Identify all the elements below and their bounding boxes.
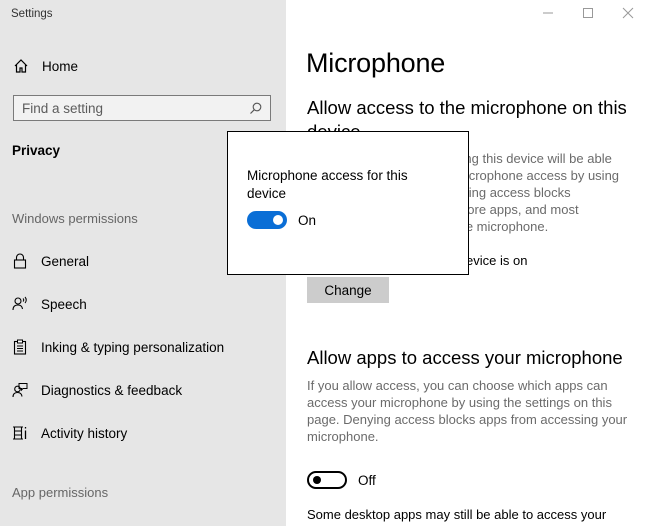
change-button[interactable]: Change [307, 277, 389, 303]
maximize-button[interactable] [568, 0, 608, 30]
close-icon [622, 6, 634, 24]
search-input[interactable] [22, 100, 248, 116]
sidebar-item-inking-typing[interactable]: Inking & typing personalization [12, 336, 282, 358]
device-access-status: evice is on [466, 253, 528, 268]
minimize-button[interactable] [528, 0, 568, 30]
search-icon[interactable] [248, 101, 262, 115]
window-controls [528, 0, 648, 30]
sidebar-item-label: Activity history [41, 425, 128, 441]
sidebar-item-label: Speech [41, 296, 87, 312]
app-title: Settings [11, 8, 53, 20]
feedback-icon [12, 381, 28, 399]
sidebar-item-activity-history[interactable]: Activity history [12, 422, 282, 444]
desc-line: sing this device will be able [455, 151, 612, 166]
toggle-state-label: Off [358, 472, 376, 488]
toggle-state-label: On [298, 212, 317, 228]
home-icon [12, 57, 30, 75]
home-label: Home [42, 58, 79, 74]
device-access-description: sing this device will be able microphone… [455, 150, 635, 235]
maximize-icon [582, 6, 594, 24]
desc-line: nying access blocks [455, 185, 571, 200]
sidebar-item-home[interactable]: Home [12, 56, 78, 76]
microphone-access-flyout: Microphone access for this device On [227, 131, 469, 275]
sidebar-item-label: Diagnostics & feedback [41, 382, 183, 398]
sidebar-item-label: Inking & typing personalization [41, 339, 225, 355]
toggle-knob [273, 215, 283, 225]
lock-icon [12, 252, 28, 270]
desc-line: the microphone. [455, 219, 549, 234]
sidebar-item-diagnostics[interactable]: Diagnostics & feedback [12, 379, 282, 401]
toggle-knob [313, 476, 321, 484]
clipboard-icon [12, 338, 28, 356]
minimize-icon [542, 6, 554, 24]
desktop-apps-note: Some desktop apps may still be able to a… [307, 507, 607, 522]
search-box[interactable] [13, 95, 271, 121]
desc-line: microphone access by using [455, 168, 620, 183]
sidebar-item-speech[interactable]: Speech [12, 293, 282, 315]
sidebar-item-label: General [41, 253, 90, 269]
close-button[interactable] [608, 0, 648, 30]
windows-permissions-label: Windows permissions [12, 211, 138, 226]
desc-line: Store apps, and most [455, 202, 579, 217]
toggle-switch-on[interactable] [247, 211, 287, 229]
toggle-switch-off[interactable] [307, 471, 347, 489]
heading-line: Allow access to the microphone on this [307, 97, 627, 118]
app-access-description: If you allow access, you can choose whic… [307, 378, 628, 444]
section-title-privacy: Privacy [12, 143, 61, 158]
app-permissions-label: App permissions [12, 485, 109, 500]
speech-icon [12, 295, 28, 313]
flyout-title: Microphone access for this device [247, 168, 408, 201]
app-access-toggle[interactable]: Off [307, 471, 376, 489]
section-heading-app-access: Allow apps to access your microphone [307, 347, 623, 368]
device-access-toggle[interactable]: On [247, 211, 316, 229]
activity-history-icon [12, 424, 28, 442]
page-title: Microphone [306, 48, 446, 78]
